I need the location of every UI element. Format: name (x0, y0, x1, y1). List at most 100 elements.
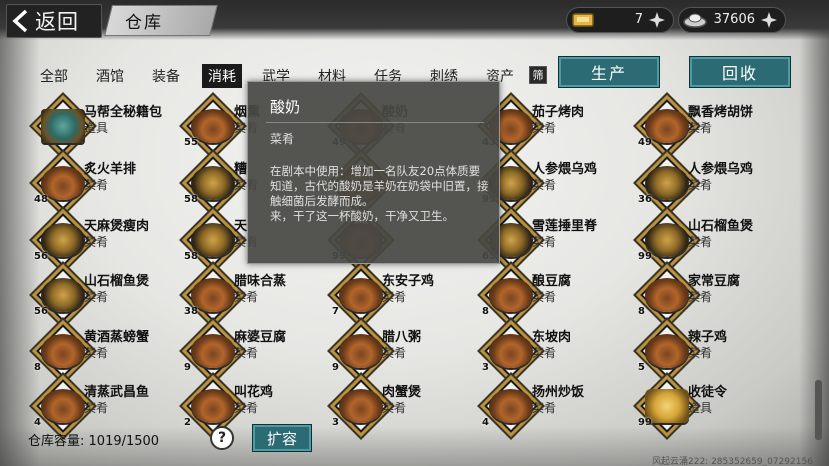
item-slot[interactable]: 9 腊八粥 菜肴 (330, 322, 480, 378)
dish-icon (41, 389, 85, 423)
item-slot[interactable]: 99 山石榴鱼煲 菜肴 (636, 211, 786, 267)
item-slot[interactable]: 48 炙火羊排 菜肴 (32, 154, 182, 210)
item-name: 家常豆腐 (688, 274, 741, 289)
item-count: 99 (638, 417, 652, 428)
item-count: 58 (184, 251, 198, 262)
item-slot[interactable]: 38 腊味合蒸 菜肴 (182, 266, 332, 322)
item-slot[interactable]: 65雪莲捶里脊菜肴 (480, 211, 630, 267)
page-title: 仓库 (125, 13, 163, 33)
item-slot[interactable]: 99 收徒令 道具 (636, 377, 786, 433)
item-type: 菜肴 (382, 290, 407, 304)
item-slot[interactable]: 4 扬州炒饭 菜肴 (480, 377, 630, 433)
tab-equipment[interactable]: 装备 (152, 66, 180, 86)
dish-icon (489, 389, 533, 423)
item-slot[interactable]: 5 辣子鸡 菜肴 (636, 322, 786, 378)
item-name: 扬州炒饭 (532, 385, 585, 400)
item-type: 菜肴 (688, 121, 713, 135)
item-type: 菜肴 (532, 346, 557, 360)
item-name: 山石榴鱼煲 (84, 274, 150, 289)
tab-consumables[interactable]: 消耗 (202, 64, 242, 88)
recycle-button[interactable]: 回收 (689, 56, 791, 88)
item-slot[interactable]: 56 天麻煲瘦肉 菜肴 (32, 211, 182, 267)
item-count: 3 (482, 362, 489, 373)
item-type: 菜肴 (532, 121, 557, 135)
item-type: 道具 (688, 401, 713, 415)
item-count: 55 (184, 137, 198, 148)
item-type: 菜肴 (84, 290, 109, 304)
watermark-text: 风起云涌222: 285352659_07292156 (652, 457, 813, 466)
item-name: 马帮全秘籍包 (84, 105, 163, 120)
chevron-left-icon (7, 7, 35, 35)
scroll-icon (41, 109, 85, 143)
dish-icon (191, 389, 235, 423)
item-count: 49 (638, 137, 652, 148)
item-count: 7 (332, 306, 339, 317)
item-slot[interactable]: 3 肉蟹煲 菜肴 (330, 377, 480, 433)
item-type: 菜肴 (532, 290, 557, 304)
item-slot[interactable]: 8 家常豆腐 菜肴 (636, 266, 786, 322)
silver-value: 37606 (713, 12, 755, 27)
item-name: 酿豆腐 (532, 274, 572, 289)
item-name: 辣子鸡 (688, 330, 728, 345)
item-slot[interactable]: 49 飘香烤胡饼 菜肴 (636, 97, 786, 153)
produce-button[interactable]: 生产 (558, 56, 660, 88)
scrollbar[interactable] (815, 380, 822, 440)
item-type: 菜肴 (532, 401, 557, 415)
item-type: 菜肴 (688, 235, 713, 249)
item-slot[interactable]: 8 酿豆腐 菜肴 (480, 266, 630, 322)
add-silver-icon[interactable] (759, 10, 779, 30)
item-count: 48 (34, 194, 48, 205)
help-button[interactable]: ? (210, 426, 234, 450)
item-slot[interactable]: 8 黄酒蒸螃蟹 菜肴 (32, 322, 182, 378)
item-slot[interactable]: 4 清蒸武昌鱼 菜肴 (32, 377, 182, 433)
item-name: 麻婆豆腐 (234, 330, 287, 345)
item-type: 菜肴 (382, 346, 407, 360)
capacity-label: 仓库容量: (28, 434, 85, 449)
item-type: 菜肴 (382, 401, 407, 415)
item-slot[interactable]: 43茄子烤肉菜肴 (480, 97, 630, 153)
back-button[interactable]: 返回 (6, 4, 102, 38)
item-count: 56 (34, 251, 48, 262)
item-type: 菜肴 (84, 178, 109, 192)
ink-decoration-right (799, 0, 829, 466)
tooltip-item-name: 酸奶 (270, 98, 301, 116)
item-type: 菜肴 (234, 401, 259, 415)
dish-icon (489, 334, 533, 368)
item-slot[interactable]: 3 东坡肉 菜肴 (480, 322, 630, 378)
item-name: 飘香烤胡饼 (688, 105, 754, 120)
bowl-icon (339, 389, 383, 423)
tooltip-description: 在剧本中使用：增加一名队友20点体质要知道，古代的酸奶是羊奶在奶袋中旧置，接触细… (270, 164, 489, 223)
item-count: 8 (638, 306, 645, 317)
item-count: 8 (34, 362, 41, 373)
tab-all[interactable]: 全部 (40, 66, 68, 86)
item-slot[interactable]: 56 山石榴鱼煲 菜肴 (32, 266, 182, 322)
item-tooltip: 酸奶 菜肴 在剧本中使用：增加一名队友20点体质要知道，古代的酸奶是羊奶在奶袋中… (247, 81, 500, 264)
item-count: 4 (34, 417, 41, 428)
item-count: 56 (34, 306, 48, 317)
item-name: 天 (234, 219, 248, 234)
item-slot[interactable]: 99人参煨乌鸡菜肴 (480, 154, 630, 210)
tooltip-item-type: 菜肴 (270, 132, 295, 146)
item-name: 腊味合蒸 (234, 274, 287, 289)
tab-tavern[interactable]: 酒馆 (96, 66, 124, 86)
item-count: 9 (332, 362, 339, 373)
capacity-readout: 仓库容量: 1019/1500 (28, 430, 159, 449)
back-label: 返回 (35, 10, 79, 34)
gold-counter: 7 (566, 7, 674, 33)
silver-counter: 37606 (678, 7, 786, 33)
item-slot[interactable]: 7 东安子鸡 菜肴 (330, 266, 480, 322)
capacity-value: 1019/1500 (88, 434, 160, 449)
silver-ingot-icon (682, 10, 708, 30)
item-count: 58 (184, 194, 198, 205)
item-slot[interactable]: 36 人参煨乌鸡 菜肴 (636, 154, 786, 210)
item-count: 99 (638, 251, 652, 262)
item-count: 3 (332, 417, 339, 428)
add-gold-icon[interactable] (647, 10, 667, 30)
filter-button[interactable]: 筛 (529, 66, 547, 84)
item-slot[interactable]: 9 麻婆豆腐 菜肴 (182, 322, 332, 378)
item-slot[interactable]: 马帮全秘籍包 道具 (32, 97, 182, 153)
expand-button[interactable]: 扩容 (252, 424, 312, 452)
item-count: 5 (638, 362, 645, 373)
item-count: 8 (482, 306, 489, 317)
item-name: 人参煨乌鸡 (688, 162, 754, 177)
